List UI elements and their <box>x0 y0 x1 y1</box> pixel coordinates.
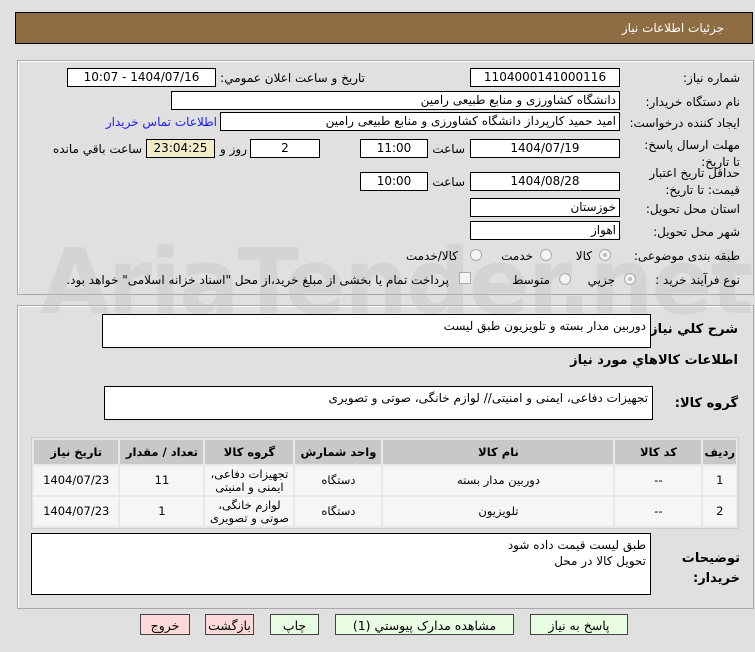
province-label: استان محل تحویل: <box>645 202 740 216</box>
col-code: کد کالا <box>615 440 702 464</box>
need-number-field: 1104000141000116 <box>470 68 620 87</box>
table-header-row: ردیف کد کالا نام کالا واحد شمارش گروه کا… <box>34 440 736 464</box>
goods-heading: اطلاعات کالاهاي مورد نیاز <box>570 353 738 368</box>
notes-label: توضیحات خریدار: <box>681 551 740 586</box>
cell-group: تجهیزات دفاعی، ایمنی و امنیتی <box>205 466 294 495</box>
cell-row: 2 <box>703 497 736 526</box>
buyer-label: نام دستگاه خریدار: <box>645 95 741 109</box>
attachments-button[interactable]: مشاهده مدارک پیوستي (1) <box>335 614 514 635</box>
cell-unit: دستگاه <box>295 466 382 495</box>
page-title: جزئیات اطلاعات نیاز <box>621 21 724 35</box>
reply-button[interactable]: پاسخ به نیاز <box>530 614 628 635</box>
col-group: گروه کالا <box>205 440 294 464</box>
announce-label: تاریخ و ساعت اعلان عمومي: <box>220 71 365 85</box>
cell-qty: 1 <box>120 497 204 526</box>
buyer-contact-link[interactable]: اطلاعات تماس خریدار <box>106 115 217 129</box>
cell-date: 1404/07/23 <box>34 466 119 495</box>
reply-time-label: ساعت <box>432 142 465 156</box>
validity-label: حداقل تاریخ اعتبار قیمت: تا تاریخ: <box>649 166 740 197</box>
cell-name: تلویزیون <box>383 497 614 526</box>
creator-label: ایجاد کننده درخواست: <box>629 116 740 130</box>
notes-line-1: طبق لیست قیمت داده شود <box>507 538 646 552</box>
announce-field: 1404/07/16 - 10:07 <box>67 68 216 87</box>
process-minor-radio[interactable] <box>624 273 636 285</box>
description-label: شرح کلي نیاز: <box>644 322 738 337</box>
process-label: نوع فرآیند خرید : <box>655 273 740 287</box>
city-field: اهواز <box>470 221 620 240</box>
remaining-time-field: 23:04:25 <box>146 139 215 158</box>
remaining-label: ساعت باقي مانده <box>52 142 142 156</box>
col-date: تاریخ نیاز <box>34 440 119 464</box>
description-textarea[interactable]: دوربین مدار بسته و تلویزیون طبق لیست <box>102 314 651 348</box>
validity-date-field: 1404/08/28 <box>470 172 620 191</box>
process-medium-label: متوسط <box>512 273 550 287</box>
notes-line-2: تحویل کالا در محل <box>554 554 646 568</box>
notes-textarea[interactable]: طبق لیست قیمت داده شود تحویل کالا در محل <box>31 533 651 595</box>
reply-date-field: 1404/07/19 <box>470 139 620 158</box>
goods-group-label: گروه کالا: <box>674 396 738 411</box>
category-service-radio[interactable] <box>540 249 552 261</box>
col-qty: تعداد / مقدار <box>120 440 204 464</box>
cell-row: 1 <box>703 466 736 495</box>
cell-unit: دستگاه <box>295 497 382 526</box>
days-field: 2 <box>250 139 320 158</box>
buyer-field: دانشگاه کشاورزی و منابع طبیعی رامین <box>171 91 620 110</box>
province-field: خوزستان <box>470 198 620 217</box>
table-row: 2 -- تلویزیون دستگاه لوازم خانگی، صوتی و… <box>34 497 736 526</box>
cell-code: -- <box>615 497 702 526</box>
validity-time-field: 10:00 <box>360 172 428 191</box>
category-goods-label: کالا <box>575 249 592 263</box>
category-service-label: خدمت <box>501 249 533 263</box>
creator-field: امید حمید کارپرداز دانشگاه کشاورزی و منا… <box>220 112 620 131</box>
col-name: نام کالا <box>383 440 614 464</box>
validity-time-label: ساعت <box>432 175 465 189</box>
days-label: روز و <box>220 142 247 156</box>
goods-table: ردیف کد کالا نام کالا واحد شمارش گروه کا… <box>31 437 739 529</box>
cell-qty: 11 <box>120 466 204 495</box>
exit-button[interactable]: خروج <box>140 614 190 635</box>
category-both-radio[interactable] <box>470 249 482 261</box>
page-header: جزئیات اطلاعات نیاز <box>15 12 753 44</box>
city-label: شهر محل تحویل: <box>653 225 740 239</box>
treasury-checkbox[interactable] <box>459 272 471 284</box>
reply-time-field: 11:00 <box>360 139 428 158</box>
process-medium-radio[interactable] <box>559 273 571 285</box>
cell-code: -- <box>615 466 702 495</box>
need-number-label: شماره نیاز: <box>683 71 740 85</box>
category-both-label: کالا/خدمت <box>405 249 458 263</box>
col-unit: واحد شمارش <box>295 440 382 464</box>
back-button[interactable]: بازگشت <box>205 614 254 635</box>
print-button[interactable]: چاپ <box>270 614 319 635</box>
goods-group-textarea[interactable]: تجهیزات دفاعی، ایمنی و امنیتی// لوازم خا… <box>104 386 653 420</box>
cell-name: دوربین مدار بسته <box>383 466 614 495</box>
cell-group: لوازم خانگی، صوتی و تصویری <box>205 497 294 526</box>
category-goods-radio[interactable] <box>599 249 611 261</box>
treasury-note: پرداخت تمام یا بخشی از مبلغ خرید،از محل … <box>66 273 449 287</box>
col-row: ردیف <box>703 440 736 464</box>
process-minor-label: جزیي <box>587 273 615 287</box>
table-row: 1 -- دوربین مدار بسته دستگاه تجهیزات دفا… <box>34 466 736 495</box>
cell-date: 1404/07/23 <box>34 497 119 526</box>
category-label: طبقه بندی موضوعی: <box>633 249 740 263</box>
